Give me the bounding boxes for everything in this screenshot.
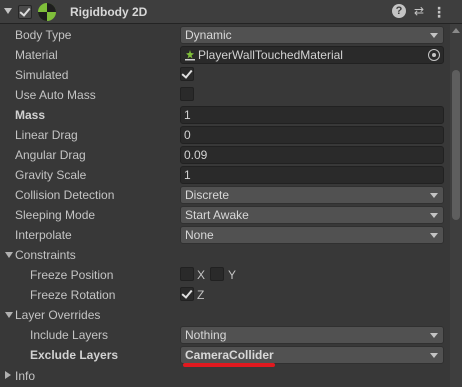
constraints-foldout[interactable]: Constraints <box>0 245 450 265</box>
scrollbar-thumb[interactable] <box>452 70 460 220</box>
freeze-rotation-z-label: Z <box>197 288 205 302</box>
body-type-label: Body Type <box>15 28 72 42</box>
freeze-position-x-checkbox[interactable] <box>180 267 194 281</box>
include-layers-value: Nothing <box>185 328 227 342</box>
interpolate-row: Interpolate None <box>0 225 450 245</box>
use-auto-mass-label: Use Auto Mass <box>15 88 96 102</box>
gravity-scale-label: Gravity Scale <box>15 168 87 182</box>
enabled-checkbox[interactable] <box>18 5 32 19</box>
layer-overrides-label: Layer Overrides <box>15 308 101 322</box>
dropdown-arrow-icon <box>430 353 438 358</box>
collision-detection-row: Collision Detection Discrete <box>0 185 450 205</box>
scroll-up-arrow-icon[interactable] <box>452 28 460 33</box>
gravity-scale-row: Gravity Scale 1 <box>0 165 450 185</box>
freeze-rotation-label: Freeze Rotation <box>30 288 116 302</box>
use-auto-mass-row: Use Auto Mass <box>0 85 450 105</box>
linear-drag-label: Linear Drag <box>15 128 78 142</box>
freeze-position-row: Freeze Position X Y <box>0 265 450 285</box>
collision-detection-label: Collision Detection <box>15 188 115 202</box>
exclude-layers-dropdown[interactable]: CameraCollider <box>180 346 444 364</box>
dropdown-arrow-icon <box>430 193 438 198</box>
dropdown-arrow-icon <box>430 333 438 338</box>
angular-drag-input[interactable]: 0.09 <box>180 146 444 164</box>
collapse-arrow-icon[interactable] <box>4 8 12 14</box>
collision-detection-dropdown[interactable]: Discrete <box>180 186 444 204</box>
freeze-position-y-label: Y <box>228 268 237 282</box>
use-auto-mass-checkbox[interactable] <box>180 87 194 101</box>
angular-drag-label: Angular Drag <box>15 148 86 162</box>
info-foldout[interactable]: Info <box>0 366 450 386</box>
body-type-row: Body Type Dynamic <box>0 25 450 45</box>
sleeping-mode-value: Start Awake <box>185 208 249 222</box>
simulated-label: Simulated <box>15 68 69 82</box>
exclude-layers-label: Exclude Layers <box>30 348 119 362</box>
mass-row: Mass 1 <box>0 105 450 125</box>
constraints-label: Constraints <box>15 248 76 262</box>
kebab-menu-icon[interactable]: ⋮ <box>432 4 446 20</box>
component-title: Rigidbody 2D <box>70 5 148 19</box>
mass-input[interactable]: 1 <box>180 106 444 124</box>
material-object-field[interactable]: PlayerWallTouchedMaterial <box>180 46 444 64</box>
material-label: Material <box>15 48 58 62</box>
gravity-scale-input[interactable]: 1 <box>180 166 444 184</box>
linear-drag-row: Linear Drag 0 <box>0 125 450 145</box>
sleeping-mode-dropdown[interactable]: Start Awake <box>180 206 444 224</box>
sleeping-mode-row: Sleeping Mode Start Awake <box>0 205 450 225</box>
angular-drag-row: Angular Drag 0.09 <box>0 145 450 165</box>
interpolate-value: None <box>185 228 214 242</box>
foldout-expanded-icon[interactable] <box>5 252 13 258</box>
freeze-position-label: Freeze Position <box>30 268 114 282</box>
sleeping-mode-label: Sleeping Mode <box>15 208 96 222</box>
exclude-layers-value: CameraCollider <box>185 348 274 362</box>
component-header[interactable]: Rigidbody 2D ? ⇄ ⋮ <box>0 0 462 24</box>
help-icon[interactable]: ? <box>392 4 406 18</box>
dropdown-arrow-icon <box>430 33 438 38</box>
interpolate-label: Interpolate <box>15 228 72 242</box>
collision-detection-value: Discrete <box>185 188 230 202</box>
freeze-position-y-checkbox[interactable] <box>210 267 224 281</box>
mass-label: Mass <box>15 108 46 122</box>
vertical-scrollbar[interactable] <box>450 24 462 387</box>
body-type-dropdown[interactable]: Dynamic <box>180 26 444 44</box>
include-layers-dropdown[interactable]: Nothing <box>180 326 444 344</box>
body-type-value: Dynamic <box>185 28 232 42</box>
dropdown-arrow-icon <box>430 233 438 238</box>
freeze-position-x-label: X <box>197 268 206 282</box>
material-value: PlayerWallTouchedMaterial <box>198 48 343 62</box>
freeze-rotation-z-checkbox[interactable] <box>180 287 194 301</box>
include-layers-row: Include Layers Nothing <box>0 325 450 345</box>
dropdown-arrow-icon <box>430 213 438 218</box>
object-picker-icon[interactable] <box>428 49 440 61</box>
presets-icon[interactable]: ⇄ <box>412 4 426 18</box>
linear-drag-input[interactable]: 0 <box>180 126 444 144</box>
interpolate-dropdown[interactable]: None <box>180 226 444 244</box>
simulated-row: Simulated <box>0 65 450 85</box>
foldout-collapsed-icon[interactable] <box>5 371 11 379</box>
info-label: Info <box>15 369 36 383</box>
include-layers-label: Include Layers <box>30 328 109 342</box>
foldout-expanded-icon[interactable] <box>5 312 13 318</box>
simulated-checkbox[interactable] <box>180 67 194 81</box>
exclude-layers-row: Exclude Layers CameraCollider <box>0 345 450 365</box>
layer-overrides-foldout[interactable]: Layer Overrides <box>0 305 450 325</box>
rigidbody2d-icon <box>38 3 56 21</box>
freeze-rotation-row: Freeze Rotation Z <box>0 285 450 305</box>
material-row: Material PlayerWallTouchedMaterial <box>0 45 450 65</box>
physics-material-icon <box>185 50 195 61</box>
